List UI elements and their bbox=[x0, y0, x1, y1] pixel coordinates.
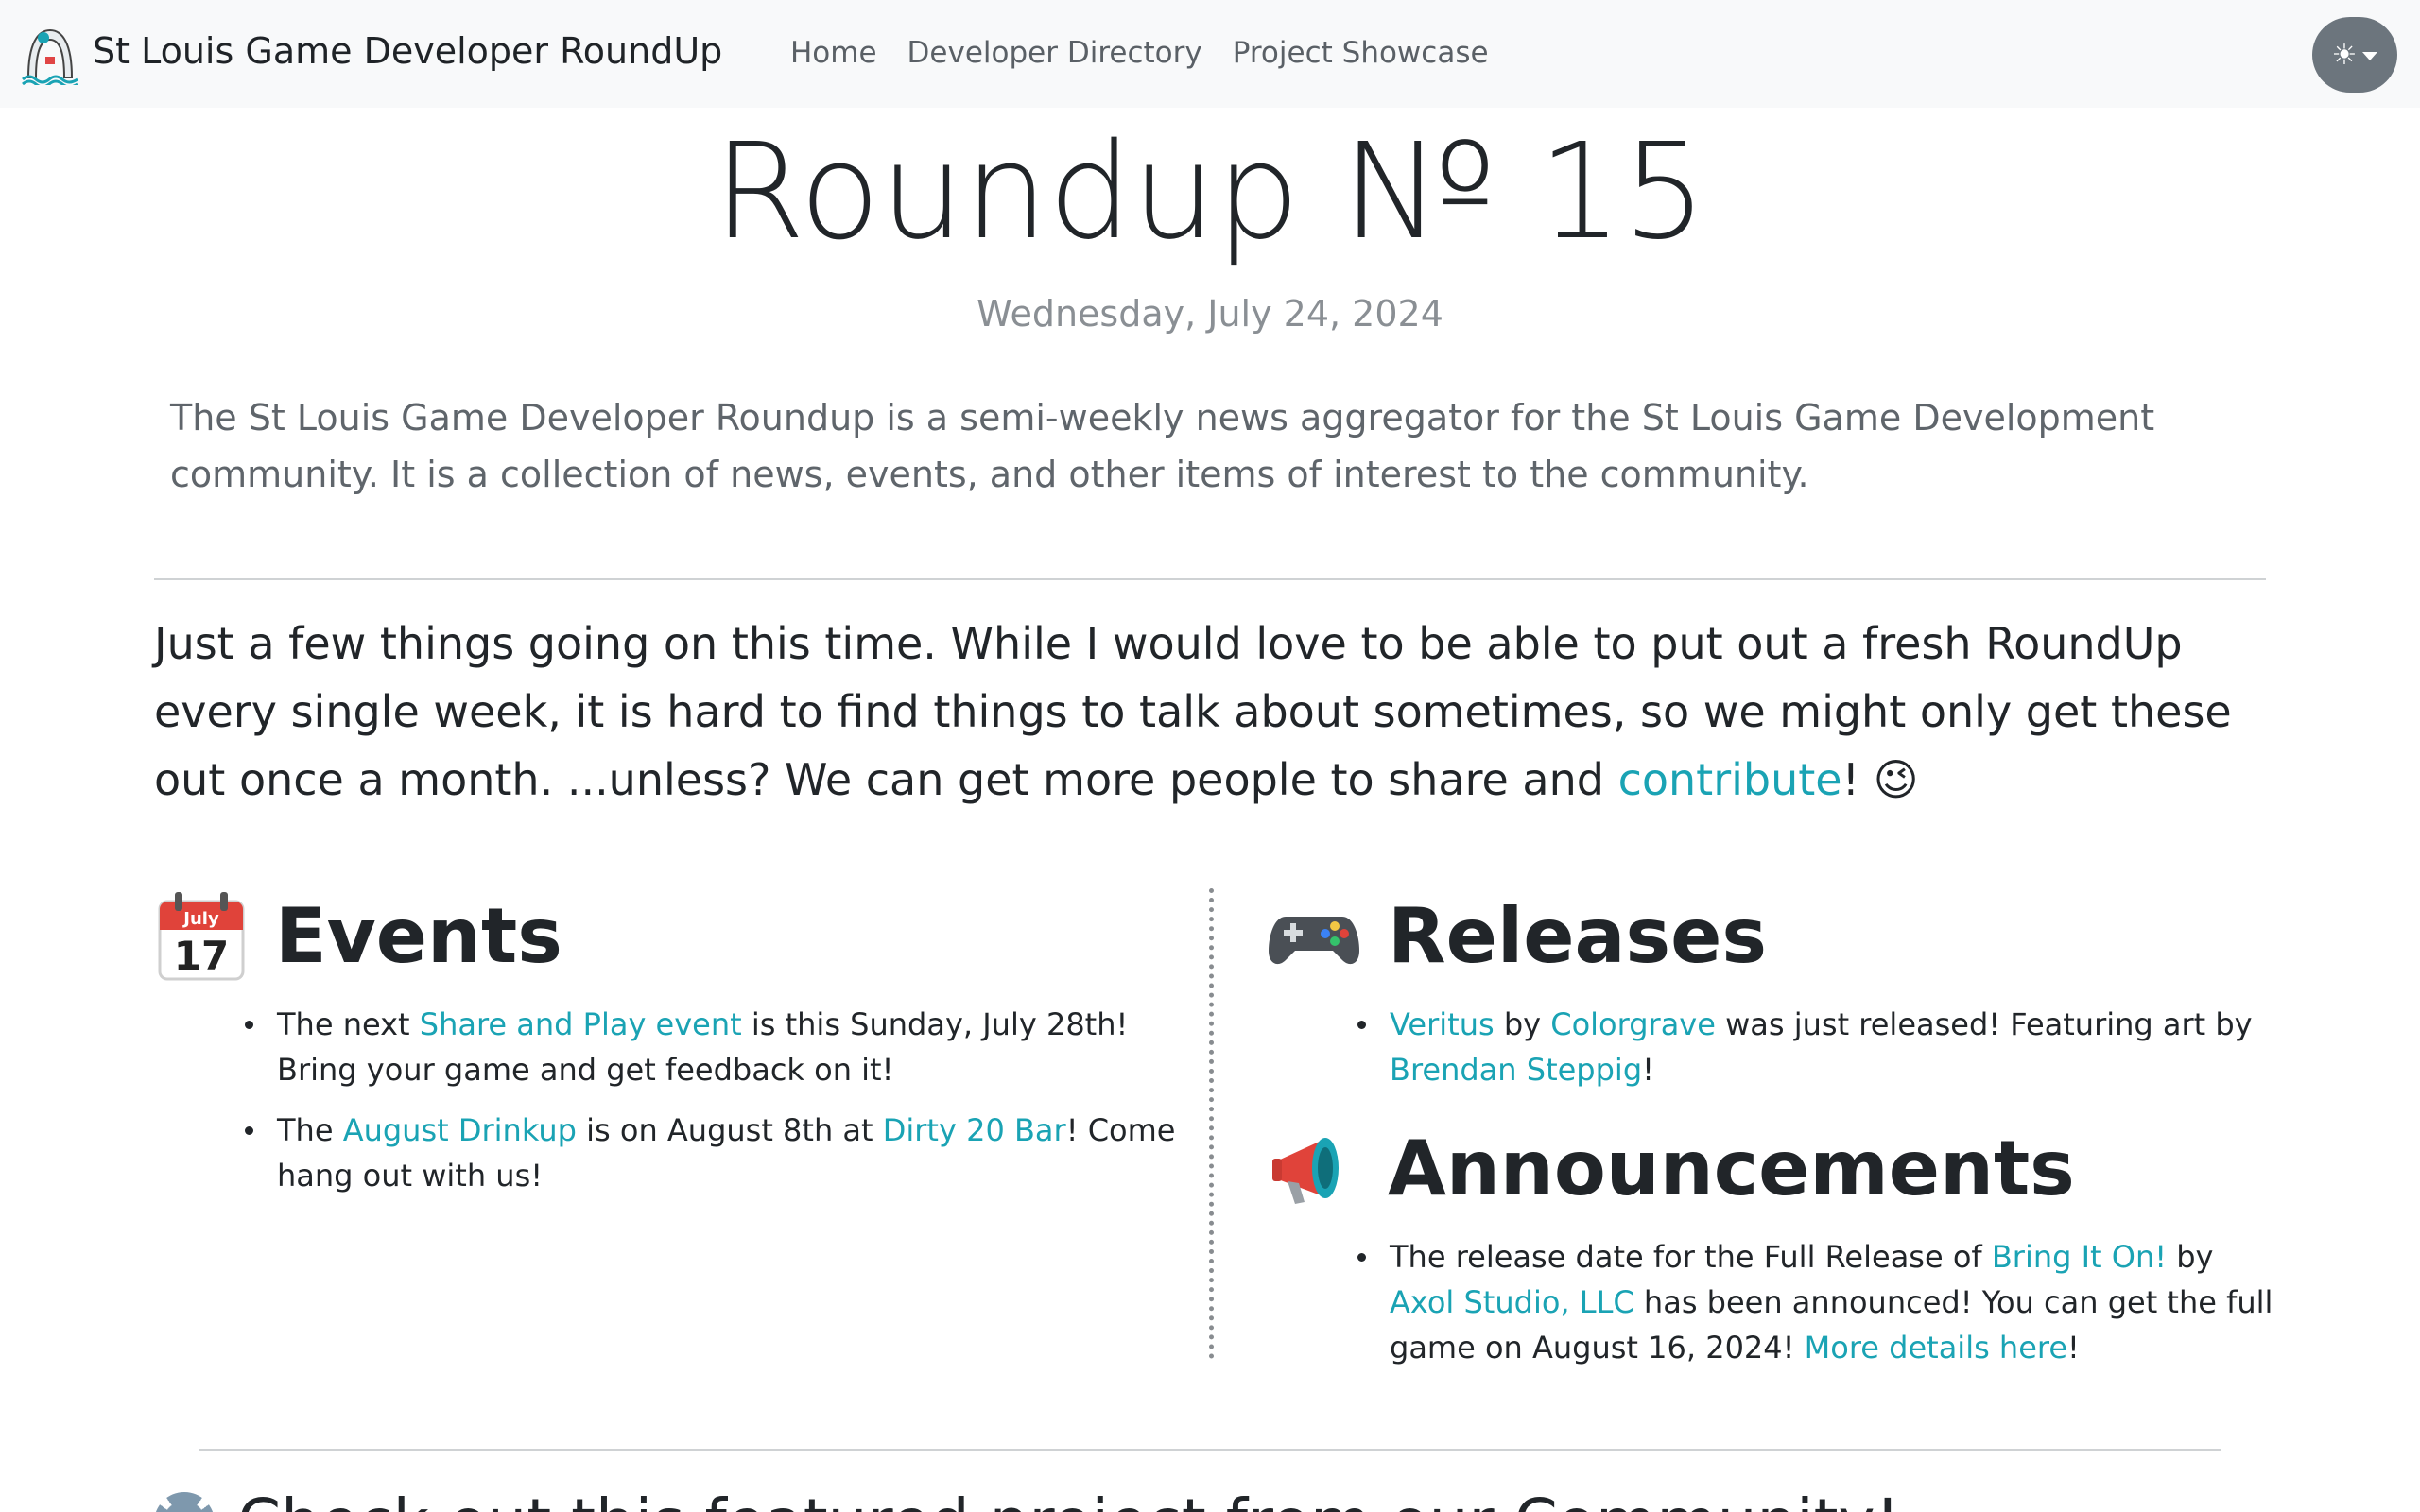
text: by bbox=[1494, 1006, 1551, 1042]
divider bbox=[199, 1449, 2221, 1451]
august-drinkup-link[interactable]: August Drinkup bbox=[343, 1112, 577, 1148]
veritus-link[interactable]: Veritus bbox=[1390, 1006, 1495, 1042]
colorgrave-link[interactable]: Colorgrave bbox=[1550, 1006, 1716, 1042]
text: The next bbox=[277, 1006, 420, 1042]
list-item: Veritus by Colorgrave was just released!… bbox=[1357, 1002, 2278, 1092]
contribute-link[interactable]: contribute bbox=[1618, 754, 1842, 805]
nav-home-link[interactable]: Home bbox=[790, 36, 877, 70]
chevron-down-icon bbox=[2362, 51, 2378, 60]
gamepad-icon bbox=[1269, 917, 1359, 965]
megaphone-icon bbox=[1272, 1138, 1339, 1204]
bring-it-on-link[interactable]: Bring It On! bbox=[1992, 1239, 2167, 1275]
dirty-20-bar-link[interactable]: Dirty 20 Bar bbox=[883, 1112, 1066, 1148]
featured-project-heading: Check out this featured project from our… bbox=[154, 1486, 2234, 1512]
intro-paragraph: Just a few things going on this time. Wh… bbox=[154, 610, 2281, 814]
divider bbox=[154, 578, 2266, 580]
events-list: The next Share and Play event is this Su… bbox=[154, 1002, 1184, 1198]
text: The bbox=[277, 1112, 343, 1148]
lead-paragraph: The St Louis Game Developer Roundup is a… bbox=[170, 397, 2155, 495]
page-title: Roundup № 15 bbox=[713, 115, 1707, 269]
releases-section: Releases Veritus by Colorgrave was just … bbox=[1267, 879, 2278, 1385]
text: was just released! Featuring art by bbox=[1715, 1006, 2253, 1042]
axol-studio-link[interactable]: Axol Studio, LLC bbox=[1390, 1284, 1634, 1320]
announcements-list: The release date for the Full Release of… bbox=[1267, 1234, 2278, 1370]
text: ! bbox=[1642, 1052, 1654, 1088]
text: The release date for the Full Release of bbox=[1390, 1239, 1992, 1275]
releases-list: Veritus by Colorgrave was just released!… bbox=[1267, 1002, 2278, 1092]
brendan-steppig-link[interactable]: Brendan Steppig bbox=[1390, 1052, 1642, 1088]
nav-project-showcase-link[interactable]: Project Showcase bbox=[1233, 36, 1489, 70]
column-divider bbox=[1209, 888, 1214, 1359]
navbar: St Louis Game Developer RoundUp Home Dev… bbox=[0, 0, 2420, 108]
theme-toggle-button[interactable]: ☀ bbox=[2312, 17, 2397, 93]
releases-heading: Releases bbox=[1267, 879, 2278, 992]
publish-date: Wednesday, July 24, 2024 bbox=[977, 293, 1443, 335]
list-item: The August Drinkup is on August 8th at D… bbox=[245, 1108, 1184, 1198]
text: by bbox=[2167, 1239, 2214, 1275]
list-item: The release date for the Full Release of… bbox=[1357, 1234, 2278, 1370]
nav-links: Home Developer Directory Project Showcas… bbox=[790, 36, 1489, 70]
announcements-heading-text: Announcements bbox=[1388, 1124, 2075, 1212]
calendar-month: July bbox=[182, 909, 219, 929]
share-and-play-link[interactable]: Share and Play event bbox=[420, 1006, 742, 1042]
text: ! bbox=[2067, 1330, 2080, 1366]
sun-icon: ☀ bbox=[2331, 38, 2358, 72]
events-section: July 17 Events The next Share and Play e… bbox=[154, 879, 1184, 1213]
releases-heading-text: Releases bbox=[1388, 891, 1768, 980]
announcements-heading: Announcements bbox=[1267, 1111, 2278, 1225]
intro-tail: ! 😉 bbox=[1841, 754, 1919, 805]
events-heading-text: Events bbox=[275, 891, 562, 980]
brand-link[interactable]: St Louis Game Developer RoundUp bbox=[93, 30, 722, 72]
calendar-day: 17 bbox=[174, 933, 229, 979]
featured-project-heading-text: Check out this featured project from our… bbox=[237, 1486, 1900, 1512]
gear-icon bbox=[154, 1491, 215, 1512]
list-item: The next Share and Play event is this Su… bbox=[245, 1002, 1184, 1092]
nav-developer-directory-link[interactable]: Developer Directory bbox=[908, 36, 1202, 70]
intro-text: Just a few things going on this time. Wh… bbox=[154, 618, 2232, 805]
arch-logo-icon[interactable] bbox=[21, 25, 79, 85]
more-details-link[interactable]: More details here bbox=[1805, 1330, 2067, 1366]
text: is on August 8th at bbox=[576, 1112, 883, 1148]
events-heading: July 17 Events bbox=[154, 879, 1184, 992]
calendar-icon: July 17 bbox=[158, 892, 245, 981]
